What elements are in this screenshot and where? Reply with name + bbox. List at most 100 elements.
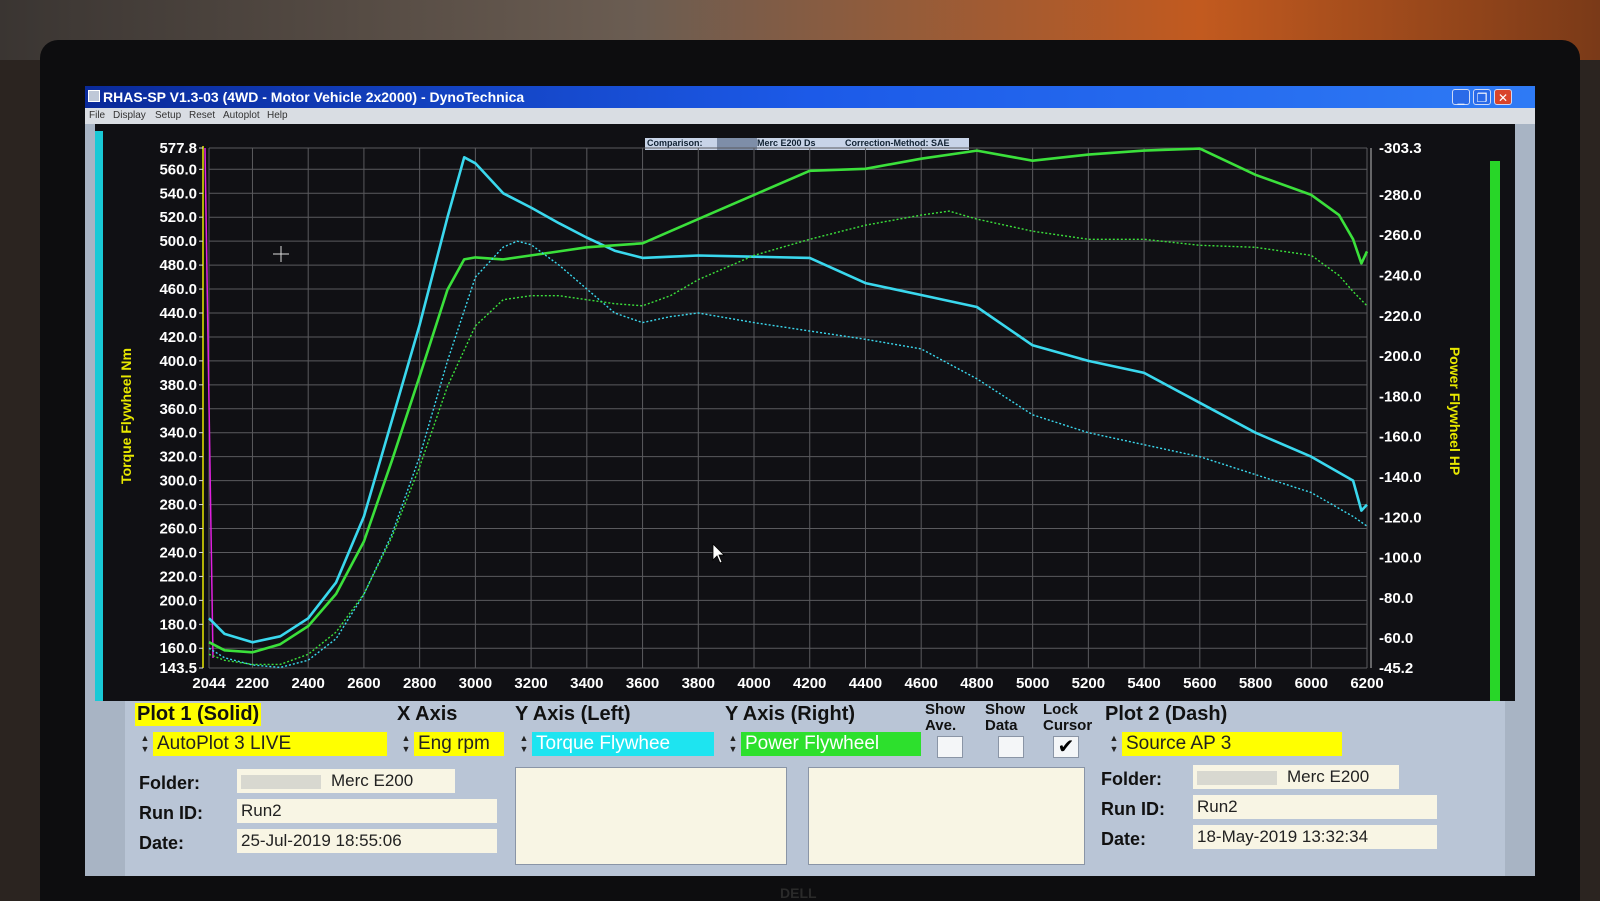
show-ave-label-1: Show — [925, 701, 965, 718]
right-tick-label: -220.0 — [1379, 308, 1422, 325]
x-tick-label: 2044 — [192, 675, 226, 692]
lock-cursor-label-2: Cursor — [1043, 717, 1093, 734]
lock-cursor-label-1: Lock — [1043, 701, 1079, 718]
x-tick-label: 3200 — [514, 675, 547, 692]
x-tick-label: 3400 — [570, 675, 603, 692]
left-tick-label: 300.0 — [159, 473, 197, 490]
plot1-source-spinner[interactable]: ▲ ▼ — [139, 733, 151, 755]
left-tick-label: 440.0 — [159, 305, 197, 322]
redacted-field — [1197, 770, 1277, 785]
series-line-1 — [208, 156, 1368, 644]
plot1-notes-box[interactable] — [515, 767, 787, 865]
show-data-checkbox[interactable] — [998, 736, 1024, 758]
show-ave-label-2: Ave. — [925, 717, 957, 734]
left-tick-label: 500.0 — [159, 233, 197, 250]
right-tick-label: -140.0 — [1379, 469, 1422, 486]
left-axis-label: Torque Flywheel Nm — [118, 348, 134, 484]
show-ave-checkbox[interactable] — [937, 736, 963, 758]
y-left-spinner[interactable]: ▲ ▼ — [518, 733, 530, 755]
x-tick-label: 2200 — [236, 675, 269, 692]
plot2-notes-box[interactable] — [808, 767, 1085, 865]
y-right-spinner[interactable]: ▲ ▼ — [727, 733, 739, 755]
plot1-date-label: Date: — [139, 833, 185, 853]
left-tick-label: 420.0 — [159, 329, 197, 346]
right-axis-label: Power Flywheel HP — [1447, 347, 1463, 475]
x-tick-label: 2400 — [292, 675, 325, 692]
plot1-folder-label: Folder: — [139, 773, 200, 793]
y-left-select[interactable]: Torque Flywhee — [532, 732, 714, 756]
plot1-runid-field[interactable]: Run2 — [237, 799, 497, 823]
right-tick-label: -80.0 — [1379, 590, 1413, 607]
x-tick-label: 4800 — [960, 675, 993, 692]
left-tick-label: 143.5 — [159, 660, 197, 677]
y-left-header: Y Axis (Left) — [515, 703, 631, 725]
x-tick-label: 3800 — [682, 675, 715, 692]
x-axis-header: X Axis — [397, 703, 458, 725]
right-tick-label: -280.0 — [1379, 187, 1422, 204]
show-data-label-2: Data — [985, 717, 1018, 734]
plot1-header: Plot 1 (Solid) — [135, 703, 262, 726]
plot2-folder-field[interactable]: Merc E200 — [1193, 765, 1399, 789]
plot2-date-label: Date: — [1101, 829, 1147, 849]
right-tick-label: -60.0 — [1379, 630, 1413, 647]
plot2-folder-value: Merc E200 — [1287, 767, 1370, 786]
dyno-chart[interactable]: 2044 2200 2400 2600 2800 3000 3200 3400 3600 3800… — [85, 86, 1535, 701]
plot1-runid-label: Run ID: — [139, 803, 203, 823]
right-tick-label: -120.0 — [1379, 509, 1422, 526]
monitor-logo: DELL — [780, 885, 817, 901]
left-tick-label: 180.0 — [159, 616, 197, 633]
x-axis-spinner[interactable]: ▲ ▼ — [400, 733, 412, 755]
right-tick-label: -100.0 — [1379, 550, 1422, 567]
left-tick-label: 460.0 — [159, 281, 197, 298]
right-tick-label: -260.0 — [1379, 227, 1422, 244]
x-tick-label: 6000 — [1295, 675, 1328, 692]
x-tick-label: 4600 — [904, 675, 937, 692]
left-tick-label: 400.0 — [159, 353, 197, 370]
plot2-runid-label: Run ID: — [1101, 799, 1165, 819]
x-tick-label: 4000 — [737, 675, 770, 692]
y-right-select[interactable]: Power Flywheel — [741, 732, 921, 756]
left-tick-label: 540.0 — [159, 185, 197, 202]
plot1-source-select[interactable]: AutoPlot 3 LIVE — [153, 732, 387, 756]
right-tick-label: -45.2 — [1379, 660, 1413, 677]
x-tick-label: 5200 — [1072, 675, 1105, 692]
x-tick-label: 5000 — [1016, 675, 1049, 692]
left-tick-label: 220.0 — [159, 568, 197, 585]
x-tick-label: 4400 — [849, 675, 882, 692]
plot1-date-field[interactable]: 25-Jul-2019 18:55:06 — [237, 829, 497, 853]
plot2-runid-field[interactable]: Run2 — [1193, 795, 1437, 819]
left-tick-label: 200.0 — [159, 592, 197, 609]
x-tick-label: 5400 — [1127, 675, 1160, 692]
x-tick-label: 5800 — [1239, 675, 1272, 692]
left-tick-label: 577.8 — [159, 140, 197, 157]
x-tick-label: 3600 — [626, 675, 659, 692]
x-axis-select[interactable]: Eng rpm — [414, 732, 504, 756]
plot1-folder-value: Merc E200 — [331, 771, 414, 790]
series-line-4 — [208, 210, 1368, 666]
left-tick-label: 160.0 — [159, 640, 197, 657]
plot2-folder-label: Folder: — [1101, 769, 1162, 789]
x-tick-label: 2600 — [347, 675, 380, 692]
left-tick-label: 480.0 — [159, 257, 197, 274]
crosshair-icon — [273, 246, 289, 262]
y-right-header: Y Axis (Right) — [725, 703, 856, 725]
plot2-header: Plot 2 (Dash) — [1105, 703, 1228, 725]
plot2-date-field[interactable]: 18-May-2019 13:32:34 — [1193, 825, 1437, 849]
right-tick-label: -200.0 — [1379, 348, 1422, 365]
left-tick-label: 260.0 — [159, 521, 197, 538]
left-tick-label: 320.0 — [159, 449, 197, 466]
lock-cursor-checkbox[interactable]: ✔ — [1053, 736, 1079, 758]
left-tick-label: 340.0 — [159, 425, 197, 442]
left-tick-label: 360.0 — [159, 401, 197, 418]
x-tick-label: 5600 — [1183, 675, 1216, 692]
plot1-folder-field[interactable]: Merc E200 — [237, 769, 455, 793]
redacted-field — [241, 774, 321, 789]
left-tick-label: 280.0 — [159, 497, 197, 514]
plot2-source-select[interactable]: Source AP 3 — [1122, 732, 1342, 756]
plot2-source-spinner[interactable]: ▲ ▼ — [1108, 733, 1120, 755]
left-tick-label: 240.0 — [159, 544, 197, 561]
x-tick-label: 6200 — [1350, 675, 1383, 692]
x-tick-label: 3000 — [459, 675, 492, 692]
control-panel: Plot 1 (Solid) X Axis Y Axis (Left) Y Ax… — [125, 701, 1505, 876]
left-tick-label: 560.0 — [159, 161, 197, 178]
